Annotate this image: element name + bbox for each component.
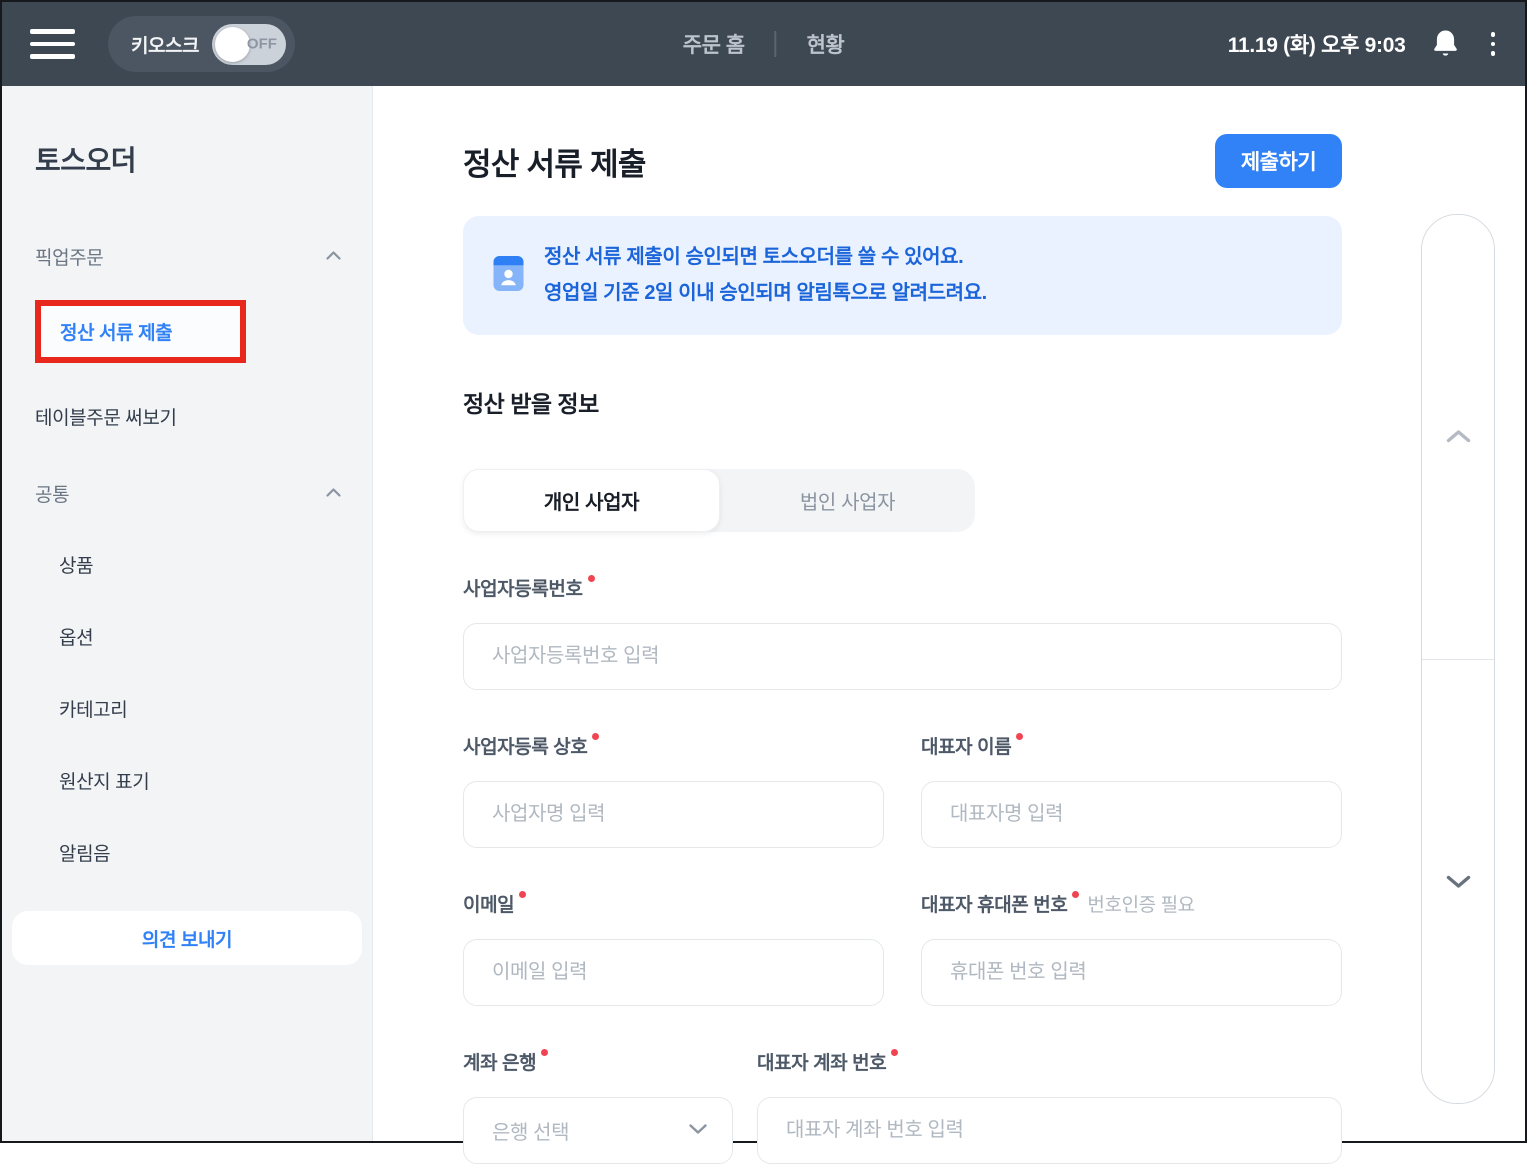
notice-line-1: 정산 서류 제출이 승인되면 토스오더를 쓸 수 있어요. — [544, 246, 964, 268]
nav-order-home[interactable]: 주문 홈 — [683, 29, 745, 59]
business-number-input[interactable] — [463, 623, 1342, 690]
kiosk-label: 키오스크 — [131, 35, 199, 57]
scroll-control — [1421, 214, 1495, 1104]
kiosk-toggle[interactable]: 키오스크 OFF — [108, 16, 295, 72]
field-account-number: 대표자 계좌 번호 — [757, 1048, 1342, 1164]
phone-input[interactable] — [921, 939, 1342, 1006]
required-dot — [541, 1049, 549, 1056]
field-business-number: 사업자등록번호 — [463, 574, 1342, 690]
toggle-state-label: OFF — [246, 35, 277, 53]
main-content: 정산 서류 제출 제출하기 정산 서류 제출이 승인되면 토스오더를 쓸 수 있 — [373, 86, 1525, 1164]
bank-select-value: 은행 선택 — [492, 1122, 570, 1144]
red-annotation-box: 정산 서류 제출 — [35, 300, 246, 363]
email-input[interactable] — [463, 939, 884, 1006]
nav-status[interactable]: 현황 — [807, 29, 845, 59]
toggle-knob — [214, 26, 250, 62]
chevron-up-icon — [325, 485, 342, 503]
sidebar-title: 토스오더 — [35, 145, 137, 176]
ceo-name-input[interactable] — [921, 781, 1342, 848]
field-label: 대표자 이름 — [921, 732, 1342, 759]
sidebar-item-options[interactable]: 옵션 — [59, 627, 372, 651]
field-label: 사업자등록 상호 — [463, 732, 884, 759]
business-name-input[interactable] — [463, 781, 884, 848]
kiosk-switch[interactable]: OFF — [211, 23, 286, 65]
nav-divider — [774, 31, 777, 57]
tab-corporate-business[interactable]: 법인 사업자 — [720, 469, 975, 532]
sidebar-group-common[interactable]: 공통 — [35, 480, 342, 507]
sidebar: 토스오더 픽업주문 정산 서류 제출 테이블주문 써보기 공통 상품 옵션 카테… — [2, 86, 373, 1141]
field-row-contact: 이메일 대표자 휴대폰 번호 번호인증 필요 — [463, 890, 1342, 1006]
account-number-input[interactable] — [757, 1097, 1342, 1164]
phone-verification-note: 번호인증 필요 — [1087, 895, 1195, 916]
required-dot — [587, 575, 595, 582]
sidebar-item-products[interactable]: 상품 — [59, 555, 372, 579]
hamburger-menu-icon[interactable] — [30, 29, 75, 59]
field-label: 이메일 — [463, 890, 884, 917]
field-row-name: 사업자등록 상호 대표자 이름 — [463, 732, 1342, 848]
notification-bell-icon[interactable] — [1430, 29, 1461, 60]
business-type-tabs: 개인 사업자 법인 사업자 — [463, 469, 975, 532]
chevron-down-icon — [688, 1122, 708, 1140]
topbar-right: 11.19 (화) 오후 9:03 — [1228, 28, 1501, 60]
top-navigation: 주문 홈 현황 — [683, 29, 845, 59]
field-label: 대표자 계좌 번호 — [757, 1048, 1342, 1075]
topbar: 키오스크 OFF 주문 홈 현황 11.19 (화) 오후 9:03 — [2, 2, 1525, 86]
field-bank: 계좌 은행 은행 선택 — [463, 1048, 733, 1164]
sidebar-item-origin[interactable]: 원산지 표기 — [59, 771, 372, 795]
required-dot — [519, 891, 527, 898]
required-dot — [1072, 891, 1080, 898]
scroll-down-button[interactable] — [1422, 658, 1494, 1103]
required-dot — [891, 1049, 899, 1056]
main-header: 정산 서류 제출 제출하기 — [463, 134, 1342, 188]
page-body: 토스오더 픽업주문 정산 서류 제출 테이블주문 써보기 공통 상품 옵션 카테… — [2, 86, 1525, 1164]
notice-banner: 정산 서류 제출이 승인되면 토스오더를 쓸 수 있어요. 영업일 기준 2일 … — [463, 216, 1342, 335]
sidebar-item-table-order[interactable]: 테이블주문 써보기 — [35, 403, 372, 430]
sidebar-item-sound[interactable]: 알림음 — [59, 843, 372, 867]
field-business-name: 사업자등록 상호 — [463, 732, 884, 848]
section-title-settlement-info: 정산 받을 정보 — [463, 391, 599, 417]
sidebar-item-settlement-docs[interactable]: 정산 서류 제출 — [41, 318, 173, 345]
send-feedback-button[interactable]: 의견 보내기 — [12, 911, 362, 965]
scroll-up-button[interactable] — [1422, 215, 1494, 659]
page-title: 정산 서류 제출 — [463, 146, 646, 182]
field-ceo-name: 대표자 이름 — [921, 732, 1342, 848]
field-label: 사업자등록번호 — [463, 574, 1342, 601]
required-dot — [592, 733, 600, 740]
app-window: 키오스크 OFF 주문 홈 현황 11.19 (화) 오후 9:03 토스오더 … — [0, 0, 1527, 1164]
more-options-icon[interactable] — [1485, 28, 1502, 60]
notice-text: 정산 서류 제출이 승인되면 토스오더를 쓸 수 있어요. 영업일 기준 2일 … — [544, 241, 987, 310]
field-label: 대표자 휴대폰 번호 번호인증 필요 — [921, 890, 1342, 917]
bank-select[interactable]: 은행 선택 — [463, 1097, 733, 1164]
datetime-label: 11.19 (화) 오후 9:03 — [1227, 34, 1406, 57]
notice-line-2: 영업일 기준 2일 이내 승인되며 알림톡으로 알려드려요. — [544, 282, 987, 304]
id-card-icon — [493, 255, 524, 297]
sidebar-item-categories[interactable]: 카테고리 — [59, 699, 372, 723]
chevron-up-icon — [325, 248, 342, 266]
field-row-bank: 계좌 은행 은행 선택 대표자 계좌 번호 — [463, 1048, 1342, 1164]
sidebar-group-pickup[interactable]: 픽업주문 — [35, 243, 342, 270]
field-email: 이메일 — [463, 890, 884, 1006]
submit-button[interactable]: 제출하기 — [1215, 134, 1342, 188]
required-dot — [1016, 733, 1024, 740]
field-phone: 대표자 휴대폰 번호 번호인증 필요 — [921, 890, 1342, 1006]
field-label: 계좌 은행 — [463, 1048, 733, 1075]
tab-individual-business[interactable]: 개인 사업자 — [463, 469, 720, 532]
